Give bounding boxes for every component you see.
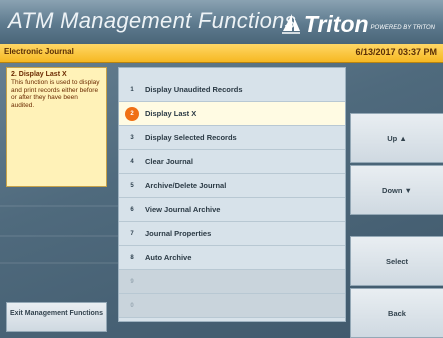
menu-item-number: 5 <box>130 183 134 189</box>
menu-item-label: Display Selected Records <box>145 133 237 142</box>
section-title: Electronic Journal <box>4 47 74 56</box>
menu-item: 0 <box>119 294 345 318</box>
menu-item[interactable]: 2 Display Last X <box>119 102 345 126</box>
down-button[interactable]: Down ▼ <box>350 165 443 215</box>
menu-item-number: 1 <box>130 87 134 93</box>
menu-item-label: Journal Properties <box>145 229 212 238</box>
menu-item[interactable]: 5 Archive/Delete Journal <box>119 174 345 198</box>
menu-item-label: Archive/Delete Journal <box>145 181 227 190</box>
menu-item[interactable]: 1 Display Unaudited Records <box>119 78 345 102</box>
menu-item-number: 7 <box>130 231 134 237</box>
menu-item-label: View Journal Archive <box>145 205 221 214</box>
menu-item-label: Display Unaudited Records <box>145 85 243 94</box>
section-bar: Electronic Journal 6/13/2017 03:37 PM <box>0 44 443 63</box>
menu-item[interactable]: 4 Clear Journal <box>119 150 345 174</box>
menu-list: 1 Display Unaudited Records 2 Display Last … <box>118 67 346 322</box>
up-button[interactable]: Up ▲ <box>350 113 443 163</box>
menu-item-number: 9 <box>130 279 134 285</box>
menu-item-number: 3 <box>130 135 134 141</box>
menu-item-label: Clear Journal <box>145 157 193 166</box>
header-bar: ATM Management Functions Triton POWERED … <box>0 0 443 44</box>
datetime: 6/13/2017 03:37 PM <box>355 47 437 57</box>
brand-name: Triton <box>303 11 369 37</box>
menu-item-number: 2 <box>125 107 139 121</box>
menu-item[interactable]: 8 Auto Archive <box>119 246 345 270</box>
menu-item-number: 8 <box>130 255 134 261</box>
atm-screen: ATM Management Functions Triton POWERED … <box>0 0 443 338</box>
brand-tagline: POWERED BY TRITON <box>370 25 435 31</box>
menu-item[interactable]: 6 View Journal Archive <box>119 198 345 222</box>
back-button[interactable]: Back <box>350 288 443 338</box>
menu-item-number: 0 <box>130 303 134 309</box>
menu-item-number: 6 <box>130 207 134 213</box>
exit-management-button[interactable]: Exit Management Functions <box>6 302 107 332</box>
help-title: 2. Display Last X <box>11 71 67 78</box>
menu-item[interactable]: 7 Journal Properties <box>119 222 345 246</box>
menu-item: 9 <box>119 270 345 294</box>
background-wave <box>0 262 118 264</box>
help-panel: 2. Display Last X This function is used … <box>6 67 107 187</box>
menu-item[interactable]: 3 Display Selected Records <box>119 126 345 150</box>
brand-logo: Triton POWERED BY TRITON <box>281 9 435 37</box>
menu-item-number: 4 <box>130 159 134 165</box>
menu-item-label: Auto Archive <box>145 253 192 262</box>
background-wave <box>0 235 118 237</box>
app-title: ATM Management Functions <box>8 8 297 33</box>
select-button[interactable]: Select <box>350 236 443 286</box>
background-wave <box>0 205 118 207</box>
help-text: This function is used to display and pri… <box>11 79 100 109</box>
menu-item-label: Display Last X <box>145 109 197 118</box>
triton-sail-icon <box>281 14 300 34</box>
